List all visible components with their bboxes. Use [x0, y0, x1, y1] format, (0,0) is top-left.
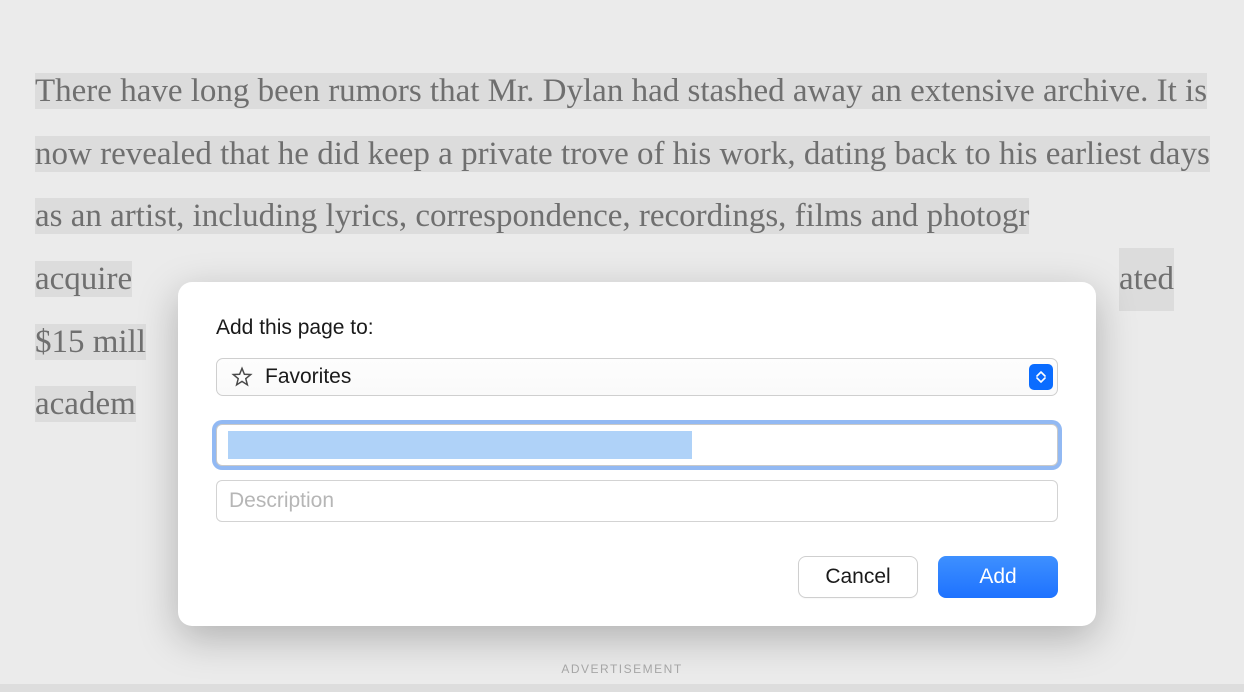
cancel-button[interactable]: Cancel: [798, 556, 918, 598]
chevron-up-down-icon: [1029, 364, 1053, 390]
star-icon: [231, 366, 253, 388]
dialog-label: Add this page to:: [216, 316, 1058, 340]
add-button[interactable]: Add: [938, 556, 1058, 598]
folder-dropdown[interactable]: Favorites: [216, 358, 1058, 396]
bookmark-description-input[interactable]: [216, 480, 1058, 522]
title-input-wrapper: Bob Dylan's Secret Archive - The New Yor…: [216, 424, 1058, 466]
bookmark-title-input[interactable]: [216, 424, 1058, 466]
dialog-button-row: Cancel Add: [216, 556, 1058, 598]
folder-dropdown-value: Favorites: [265, 365, 1029, 389]
add-bookmark-dialog: Add this page to: Favorites Bob Dylan's …: [178, 282, 1096, 626]
